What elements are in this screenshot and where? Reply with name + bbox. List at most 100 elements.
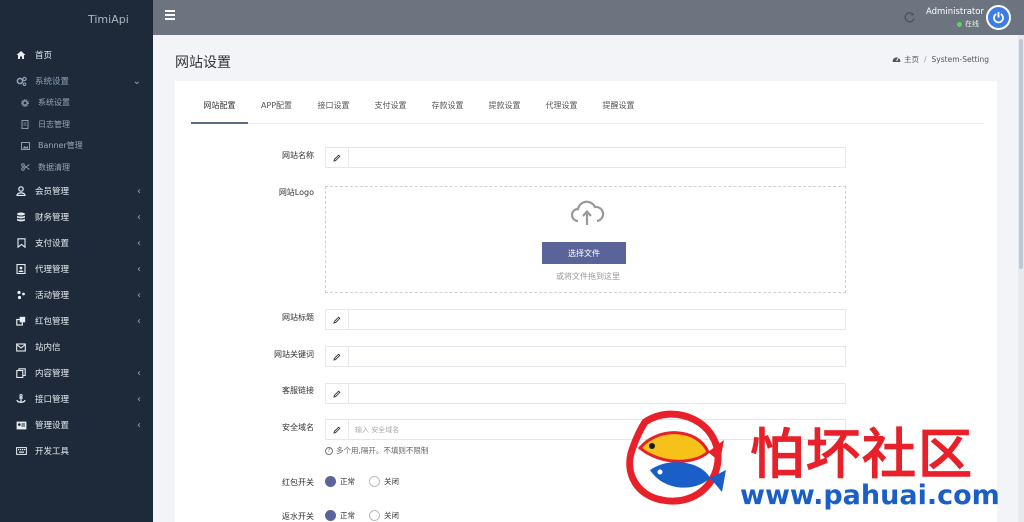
id-card-icon <box>15 419 27 431</box>
tab-withdraw-settings[interactable]: 提款设置 <box>476 93 533 124</box>
chevron-left-icon: ‹ <box>137 289 141 301</box>
site-keywords-field <box>325 346 846 367</box>
service-link-input[interactable] <box>349 384 845 403</box>
top-header: Administrator 在线 <box>153 0 1024 35</box>
envelope-icon <box>15 341 27 353</box>
sidebar-item-site-messages[interactable]: 站内信 <box>0 334 153 360</box>
pencil-icon <box>326 420 349 439</box>
contact-card-icon <box>15 263 27 275</box>
redpack-switch-label: 红包开关 <box>282 478 314 487</box>
service-link-label: 客服链接 <box>282 386 314 395</box>
brand-logo: TimiApi <box>88 13 129 26</box>
redpack-normal-radio[interactable]: 正常 <box>325 476 355 487</box>
watermark-url: www.pahuai.com <box>740 480 1000 511</box>
watermark-title: 怕坏社区 <box>750 423 974 486</box>
safe-domain-help: ? 多个用,隔开。不填则不限制 <box>325 445 428 456</box>
site-title-field <box>325 309 846 330</box>
sidebar-item-api-management[interactable]: 接口管理 ‹ <box>0 386 153 412</box>
copy-icon <box>15 367 27 379</box>
site-keywords-input[interactable] <box>349 347 845 366</box>
site-title-input[interactable] <box>349 310 845 329</box>
tab-app-config[interactable]: APP配置 <box>248 93 305 124</box>
sidebar-subitem-data-cleanup[interactable]: 数据清理 <box>0 157 153 179</box>
tab-site-config[interactable]: 网站配置 <box>191 93 248 124</box>
chevron-left-icon: ‹ <box>137 419 141 431</box>
chevron-left-icon: ‹ <box>137 393 141 405</box>
sidebar-subitem-log-management[interactable]: 日志管理 <box>0 114 153 136</box>
tab-payment-settings[interactable]: 支付设置 <box>362 93 419 124</box>
pencil-icon <box>326 310 349 329</box>
site-logo-label: 网站Logo <box>278 188 314 197</box>
database-icon <box>15 211 27 223</box>
sidebar-item-dev-tools[interactable]: 开发工具 <box>0 438 153 464</box>
redpack-off-radio[interactable]: 关闭 <box>369 476 399 487</box>
sidebar-item-home[interactable]: 首页 <box>0 40 153 70</box>
chevron-left-icon: ‹ <box>137 185 141 197</box>
rebate-off-radio[interactable]: 关闭 <box>369 510 399 521</box>
user-name[interactable]: Administrator <box>926 7 984 17</box>
sidebar: TimiApi 首页 系统设置 ⌄ 系统设置 日志管理 Banner管理 数据清… <box>0 0 153 522</box>
choose-file-button[interactable]: 选择文件 <box>542 242 626 264</box>
sidebar-item-system-settings[interactable]: 系统设置 ⌄ <box>0 70 153 92</box>
keyboard-icon <box>15 445 27 457</box>
anchor-icon <box>15 393 27 405</box>
refresh-icon[interactable] <box>903 11 916 24</box>
image-icon <box>20 141 30 151</box>
pencil-icon <box>326 384 349 403</box>
chevron-left-icon: ‹ <box>137 237 141 249</box>
sidebar-item-finance-management[interactable]: 财务管理 ‹ <box>0 204 153 230</box>
site-keywords-label: 网站关键词 <box>274 350 314 359</box>
bookmark-icon <box>15 237 27 249</box>
pencil-icon <box>326 148 349 167</box>
cloud-upload-icon <box>569 199 605 227</box>
sidebar-item-admin-settings[interactable]: 管理设置 ‹ <box>0 412 153 438</box>
sidebar-item-content-management[interactable]: 内容管理 ‹ <box>0 360 153 386</box>
activity-icon <box>15 289 27 301</box>
upload-hint: 或将文件拖到这里 <box>556 272 620 281</box>
question-circle-icon: ? <box>325 446 333 455</box>
scissors-icon <box>20 162 30 172</box>
tab-reminder-settings[interactable]: 提醒设置 <box>590 93 647 124</box>
tab-agent-settings[interactable]: 代理设置 <box>533 93 590 124</box>
chevron-left-icon: ‹ <box>137 211 141 223</box>
chevron-left-icon: ‹ <box>137 315 141 327</box>
sidebar-subitem-banner-management[interactable]: Banner管理 <box>0 135 153 157</box>
tab-api-settings[interactable]: 接口设置 <box>305 93 362 124</box>
menu-toggle-icon[interactable] <box>165 10 175 20</box>
tab-deposit-settings[interactable]: 存款设置 <box>419 93 476 124</box>
dashboard-icon <box>892 55 901 65</box>
site-title-label: 网站标题 <box>282 313 314 322</box>
pencil-icon <box>326 347 349 366</box>
sidebar-item-redpack-management[interactable]: 红包管理 ‹ <box>0 308 153 334</box>
sidebar-item-activity-management[interactable]: 活动管理 ‹ <box>0 282 153 308</box>
rebate-normal-radio[interactable]: 正常 <box>325 510 355 521</box>
power-icon <box>993 12 1004 24</box>
breadcrumb-current: System-Setting <box>931 55 990 64</box>
redpack-switch-group: 正常 关闭 <box>325 476 413 487</box>
site-name-label: 网站名称 <box>282 151 314 160</box>
scrollbar-thumb[interactable] <box>1019 39 1023 269</box>
site-name-field <box>325 147 846 168</box>
breadcrumb: 主页 / System-Setting <box>892 54 989 65</box>
logout-button[interactable] <box>986 5 1011 30</box>
rebate-switch-label: 返水开关 <box>282 512 314 521</box>
fish-logo-icon <box>626 410 726 505</box>
logo-upload-dropzone[interactable]: 选择文件 或将文件拖到这里 <box>325 186 846 293</box>
sidebar-item-member-management[interactable]: 会员管理 ‹ <box>0 178 153 204</box>
page-title: 网站设置 <box>175 55 231 71</box>
chevron-left-icon: ‹ <box>137 367 141 379</box>
chevron-left-icon: ‹ <box>137 263 141 275</box>
watermark: 怕坏社区 www.pahuai.com <box>620 408 1024 522</box>
service-link-field <box>325 383 846 404</box>
breadcrumb-home[interactable]: 主页 <box>904 54 919 65</box>
user-status: 在线 <box>957 19 979 29</box>
clone-icon <box>15 315 27 327</box>
site-name-input[interactable] <box>349 148 845 167</box>
sidebar-item-agent-management[interactable]: 代理管理 ‹ <box>0 256 153 282</box>
sidebar-subitem-system-settings[interactable]: 系统设置 <box>0 92 153 114</box>
sidebar-item-payment-settings[interactable]: 支付设置 ‹ <box>0 230 153 256</box>
settings-tabs: 网站配置 APP配置 接口设置 支付设置 存款设置 提款设置 代理设置 提醒设置 <box>191 93 984 124</box>
safe-domain-label: 安全域名 <box>282 423 314 432</box>
chevron-down-icon: ⌄ <box>132 75 141 87</box>
user-icon <box>15 185 27 197</box>
